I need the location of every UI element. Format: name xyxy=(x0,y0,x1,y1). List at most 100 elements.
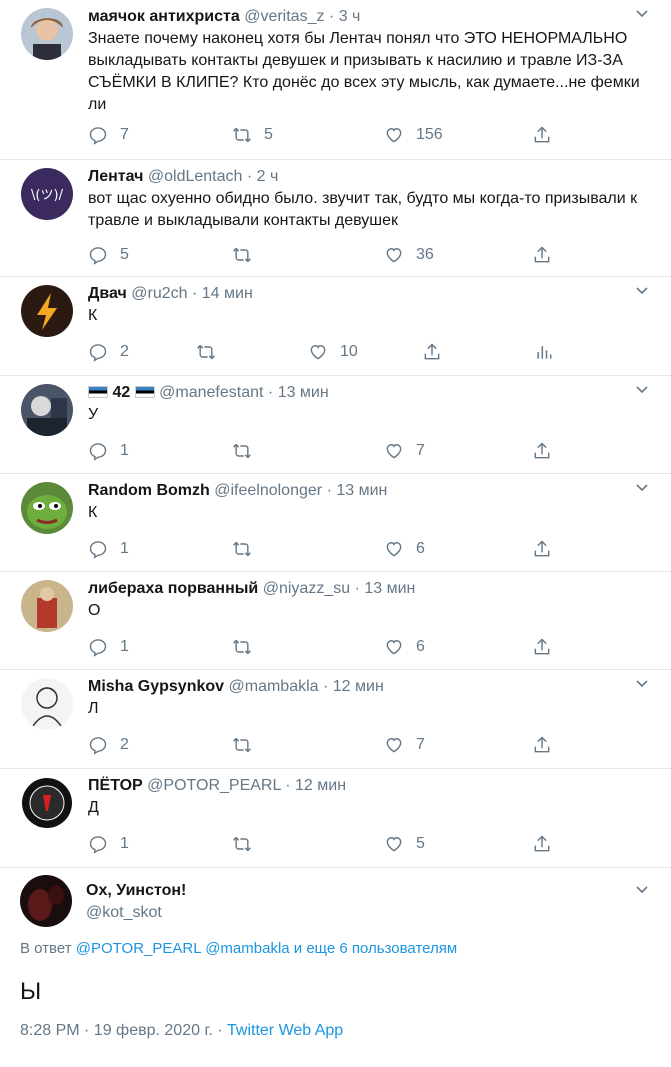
reply-button[interactable]: 1 xyxy=(88,538,129,560)
author-handle[interactable]: @manefestant xyxy=(159,384,263,401)
author-name[interactable]: Ох, Уинстон! xyxy=(86,880,186,902)
tweet[interactable]: Random Bomzh @ifeelnolonger · 13 мин К 1… xyxy=(0,474,671,572)
source-app-link[interactable]: Twitter Web App xyxy=(227,1022,343,1039)
tweet[interactable]: Двач @ru2ch · 14 мин К 2 10 xyxy=(0,277,671,376)
reply-button[interactable]: 1 xyxy=(88,833,129,855)
reply-button[interactable]: 5 xyxy=(88,244,129,266)
tweet-time[interactable]: 13 мин xyxy=(336,482,387,499)
author-handle[interactable]: @ifeelnolonger xyxy=(214,482,322,499)
tweet-text: О xyxy=(88,602,101,619)
heart-icon xyxy=(386,837,402,852)
tweet-time[interactable]: 13 мин xyxy=(364,580,415,597)
avatar[interactable] xyxy=(21,285,73,337)
avatar[interactable] xyxy=(21,384,73,436)
tweet[interactable]: маячок антихриста @veritas_z · 3 ч Знает… xyxy=(0,0,671,160)
tweet[interactable]: 42 @manefestant · 13 мин У 1 7 xyxy=(0,376,671,474)
author-handle[interactable]: @POTOR_PEARL xyxy=(147,777,281,794)
like-button[interactable]: 7 xyxy=(384,734,425,756)
tweet-time[interactable]: 14 мин xyxy=(202,285,253,302)
author-name[interactable]: ПЁТОР xyxy=(88,777,143,794)
tweet-time[interactable]: 3 ч xyxy=(339,8,361,25)
author-name[interactable]: Двач xyxy=(88,285,127,302)
author-handle[interactable]: @mambakla xyxy=(229,678,319,695)
share-button[interactable] xyxy=(532,124,564,146)
heart-icon xyxy=(386,444,402,459)
chevron-down-icon[interactable] xyxy=(635,676,649,690)
retweet-button[interactable] xyxy=(232,734,264,756)
like-button[interactable]: 7 xyxy=(384,440,425,462)
author-name[interactable]: 42 xyxy=(112,384,130,401)
retweet-button[interactable] xyxy=(232,244,264,266)
tweet[interactable]: \(ツ)/ Лентач @oldLentach · 2 ч вот щас о… xyxy=(0,160,671,277)
tweet-time[interactable]: 12 мин xyxy=(333,678,384,695)
share-button[interactable] xyxy=(422,341,454,363)
mention-link[interactable]: @mambakla xyxy=(205,940,289,957)
retweet-button[interactable] xyxy=(232,833,264,855)
tweet-actions: 7 5 156 xyxy=(88,124,648,146)
author-name[interactable]: либераха порванный xyxy=(88,580,258,597)
chevron-down-icon[interactable] xyxy=(635,283,649,297)
retweet-button[interactable] xyxy=(232,440,264,462)
like-button[interactable]: 10 xyxy=(308,341,358,363)
author-name[interactable]: Misha Gypsynkov xyxy=(88,678,224,695)
retweet-button[interactable] xyxy=(232,538,264,560)
retweet-icon xyxy=(233,639,251,655)
avatar[interactable] xyxy=(21,8,73,60)
chevron-down-icon[interactable] xyxy=(635,382,649,396)
tweet-time[interactable]: 12 мин xyxy=(295,777,346,794)
author-name[interactable]: Лентач xyxy=(88,168,143,185)
like-button[interactable]: 6 xyxy=(384,636,425,658)
tweet[interactable]: ПЁТОР @POTOR_PEARL · 12 мин Д 1 5 xyxy=(0,769,671,868)
like-button[interactable]: 5 xyxy=(384,833,425,855)
retweet-count: 5 xyxy=(264,126,273,143)
avatar[interactable] xyxy=(21,482,73,534)
mention-link[interactable]: @POTOR_PEARL xyxy=(76,940,201,957)
chevron-down-icon[interactable] xyxy=(635,480,649,494)
author-handle[interactable]: @kot_skot xyxy=(86,902,186,924)
reply-button[interactable]: 2 xyxy=(88,341,129,363)
author-handle[interactable]: @niyazz_su xyxy=(263,580,350,597)
avatar[interactable] xyxy=(21,580,73,632)
tweet-footer: 8:28 PM · 19 февр. 2020 г. · Twitter Web… xyxy=(20,1022,343,1040)
chevron-down-icon[interactable] xyxy=(635,6,649,20)
tweet-time[interactable]: 13 мин xyxy=(278,384,329,401)
retweet-button[interactable] xyxy=(196,341,228,363)
reply-button[interactable]: 1 xyxy=(88,636,129,658)
retweet-button[interactable]: 5 xyxy=(232,124,273,146)
share-button[interactable] xyxy=(532,440,564,462)
share-button[interactable] xyxy=(532,734,564,756)
reply-icon xyxy=(89,639,107,657)
reply-count: 1 xyxy=(120,638,129,655)
tweet-timestamp[interactable]: 8:28 PM · 19 февр. 2020 г. · xyxy=(20,1022,223,1039)
share-button[interactable] xyxy=(532,636,564,658)
share-button[interactable] xyxy=(532,833,564,855)
reply-button[interactable]: 2 xyxy=(88,734,129,756)
author-name[interactable]: маячок антихриста xyxy=(88,8,240,25)
author-handle[interactable]: @ru2ch xyxy=(131,285,187,302)
avatar[interactable] xyxy=(21,777,73,829)
share-icon xyxy=(534,736,550,753)
heart-icon xyxy=(386,738,402,753)
author-name[interactable]: Random Bomzh xyxy=(88,482,210,499)
analytics-button[interactable] xyxy=(534,341,566,363)
author-handle[interactable]: @veritas_z xyxy=(244,8,324,25)
author-handle[interactable]: @oldLentach xyxy=(148,168,243,185)
reply-button[interactable]: 1 xyxy=(88,440,129,462)
tweet[interactable]: либераха порванный @niyazz_su · 13 мин О… xyxy=(0,572,671,670)
avatar[interactable] xyxy=(20,875,72,927)
reply-button[interactable]: 7 xyxy=(88,124,129,146)
avatar[interactable] xyxy=(21,678,73,730)
retweet-button[interactable] xyxy=(232,636,264,658)
like-count: 7 xyxy=(416,442,425,459)
chevron-down-icon[interactable] xyxy=(635,882,649,896)
tweet-time[interactable]: 2 ч xyxy=(257,168,279,185)
tweet[interactable]: Misha Gypsynkov @mambakla · 12 мин Л 2 7 xyxy=(0,670,671,769)
mention-others-link[interactable]: и еще 6 пользователям xyxy=(294,940,457,957)
like-button[interactable]: 156 xyxy=(384,124,443,146)
like-button[interactable]: 6 xyxy=(384,538,425,560)
reply-icon xyxy=(89,737,107,755)
like-button[interactable]: 36 xyxy=(384,244,434,266)
share-button[interactable] xyxy=(532,538,564,560)
share-button[interactable] xyxy=(532,244,564,266)
avatar[interactable]: \(ツ)/ xyxy=(21,168,73,220)
